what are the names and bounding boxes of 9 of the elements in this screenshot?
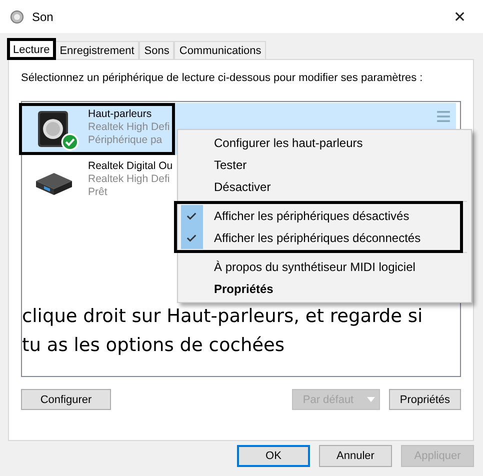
annotation-text: clique droit sur Haut-parleurs, et regarde si tu as les options de cochées [22,305,424,358]
device-name: Realtek Digital Ou [88,160,173,173]
device-status: Prêt [88,186,108,199]
device-name: Haut-parleurs [88,108,153,121]
device-driver: Realtek High Defi [88,121,170,134]
instruction-text: Sélectionnez un périphérique de lecture ci-dessous pour modifier ses paramètres : [21,72,424,84]
window-title: Son [32,10,54,24]
device-status: Périphérique pa [88,134,164,147]
device-driver: Realtek High Defi [88,173,171,186]
